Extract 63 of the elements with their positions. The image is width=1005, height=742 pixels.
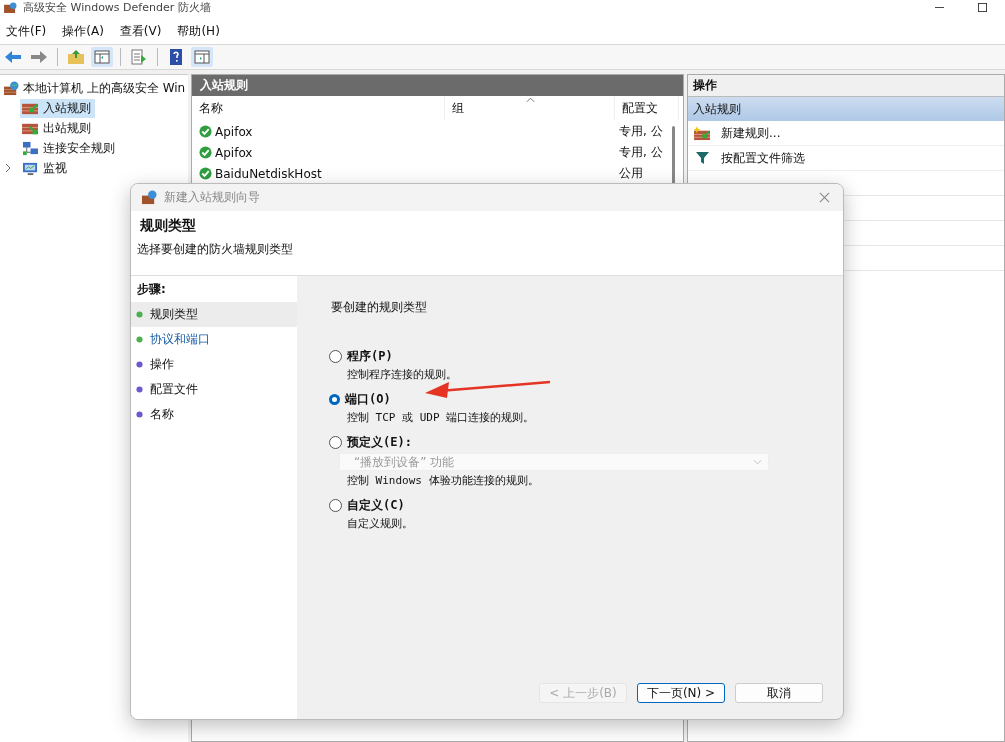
radio-button[interactable]: [329, 350, 342, 363]
option-description: 控制程序连接的规则。: [347, 367, 458, 382]
chevron-down-icon: [753, 459, 762, 465]
option-label[interactable]: 端口(O): [345, 391, 391, 408]
section-header[interactable]: 入站规则: [688, 97, 1004, 121]
action-link[interactable]: 新建规则...: [721, 124, 781, 142]
prompt-text: 要创建的规则类型: [331, 299, 428, 316]
tree-item[interactable]: 出站规则: [20, 118, 95, 138]
table-cell-text: 公用: [618, 165, 643, 182]
step-item[interactable]: 协议和端口: [131, 327, 297, 352]
table-cell: Apifox: [215, 145, 253, 160]
page-heading: 规则类型: [139, 217, 197, 235]
tree-item[interactable]: 本地计算机 上的高级安全 Win: [23, 79, 186, 97]
menu-item[interactable]: 帮助(H): [177, 22, 220, 40]
table-cell-text: 专用, 公: [618, 144, 663, 161]
step-item[interactable]: 操作: [131, 352, 297, 377]
dialog-button[interactable]: 取消: [735, 683, 823, 703]
step-item[interactable]: 规则类型: [131, 302, 297, 327]
tree-item[interactable]: 监视: [20, 158, 71, 178]
tree-item[interactable]: 入站规则: [20, 98, 95, 118]
option-label[interactable]: 预定义(E):: [347, 434, 412, 451]
option-description: 控制 TCP 或 UDP 端口连接的规则。: [347, 410, 536, 425]
close-icon[interactable]: [819, 192, 830, 203]
steps-heading: 步骤:: [136, 281, 167, 298]
dialog-title: 新建入站规则向导: [164, 189, 260, 206]
firewall-icon: [141, 190, 158, 205]
window-title: 高级安全 Windows Defender 防火墙: [23, 0, 211, 15]
table-cell: BaiduNetdiskHost: [215, 166, 322, 181]
option-description: 自定义规则。: [347, 516, 414, 531]
pane-toggle-icon[interactable]: [91, 47, 113, 67]
pane-header: 入站规则: [192, 75, 683, 96]
step-item[interactable]: 配置文件: [131, 377, 297, 402]
network-computers-icon: [22, 140, 39, 156]
column-header[interactable]: 名称: [192, 96, 445, 120]
option-label[interactable]: 自定义(C): [347, 497, 405, 514]
action-link[interactable]: 按配置文件筛选: [721, 149, 805, 167]
step-item[interactable]: 名称: [131, 402, 297, 427]
chevron-right-icon[interactable]: [4, 163, 12, 173]
menu-item[interactable]: 操作(A): [62, 22, 104, 40]
radio-button[interactable]: [329, 436, 342, 449]
menu-item[interactable]: 文件(F): [6, 22, 47, 40]
maximize-icon[interactable]: [978, 2, 987, 12]
page-subheading: 选择要创建的防火墙规则类型: [137, 241, 294, 258]
table-cell-text: 专用, 公: [618, 123, 663, 140]
firewall-icon: [3, 80, 20, 96]
brick-wall-icon: [694, 125, 711, 141]
table-cell: Apifox: [215, 124, 253, 139]
menu-item[interactable]: 查看(V): [119, 22, 162, 40]
radio-button[interactable]: [329, 499, 342, 512]
pane-header: 操作: [688, 75, 1004, 97]
monitor-icon: [22, 160, 39, 176]
pane-toggle-icon[interactable]: [191, 47, 213, 67]
folder-up-icon[interactable]: [65, 47, 87, 67]
sort-caret-icon: [525, 97, 535, 103]
option-label[interactable]: 程序(P): [347, 348, 393, 365]
option-description: 控制 Windows 体验功能连接的规则。: [347, 473, 540, 488]
tree-item[interactable]: 连接安全规则: [20, 138, 119, 158]
firewall-icon: [4, 1, 17, 13]
funnel-icon: [696, 152, 709, 164]
dialog-button[interactable]: 下一页(N) >: [637, 683, 725, 703]
column-header[interactable]: 配置文: [615, 96, 679, 120]
column-header[interactable]: 组: [445, 96, 615, 120]
radio-button[interactable]: [329, 394, 340, 405]
